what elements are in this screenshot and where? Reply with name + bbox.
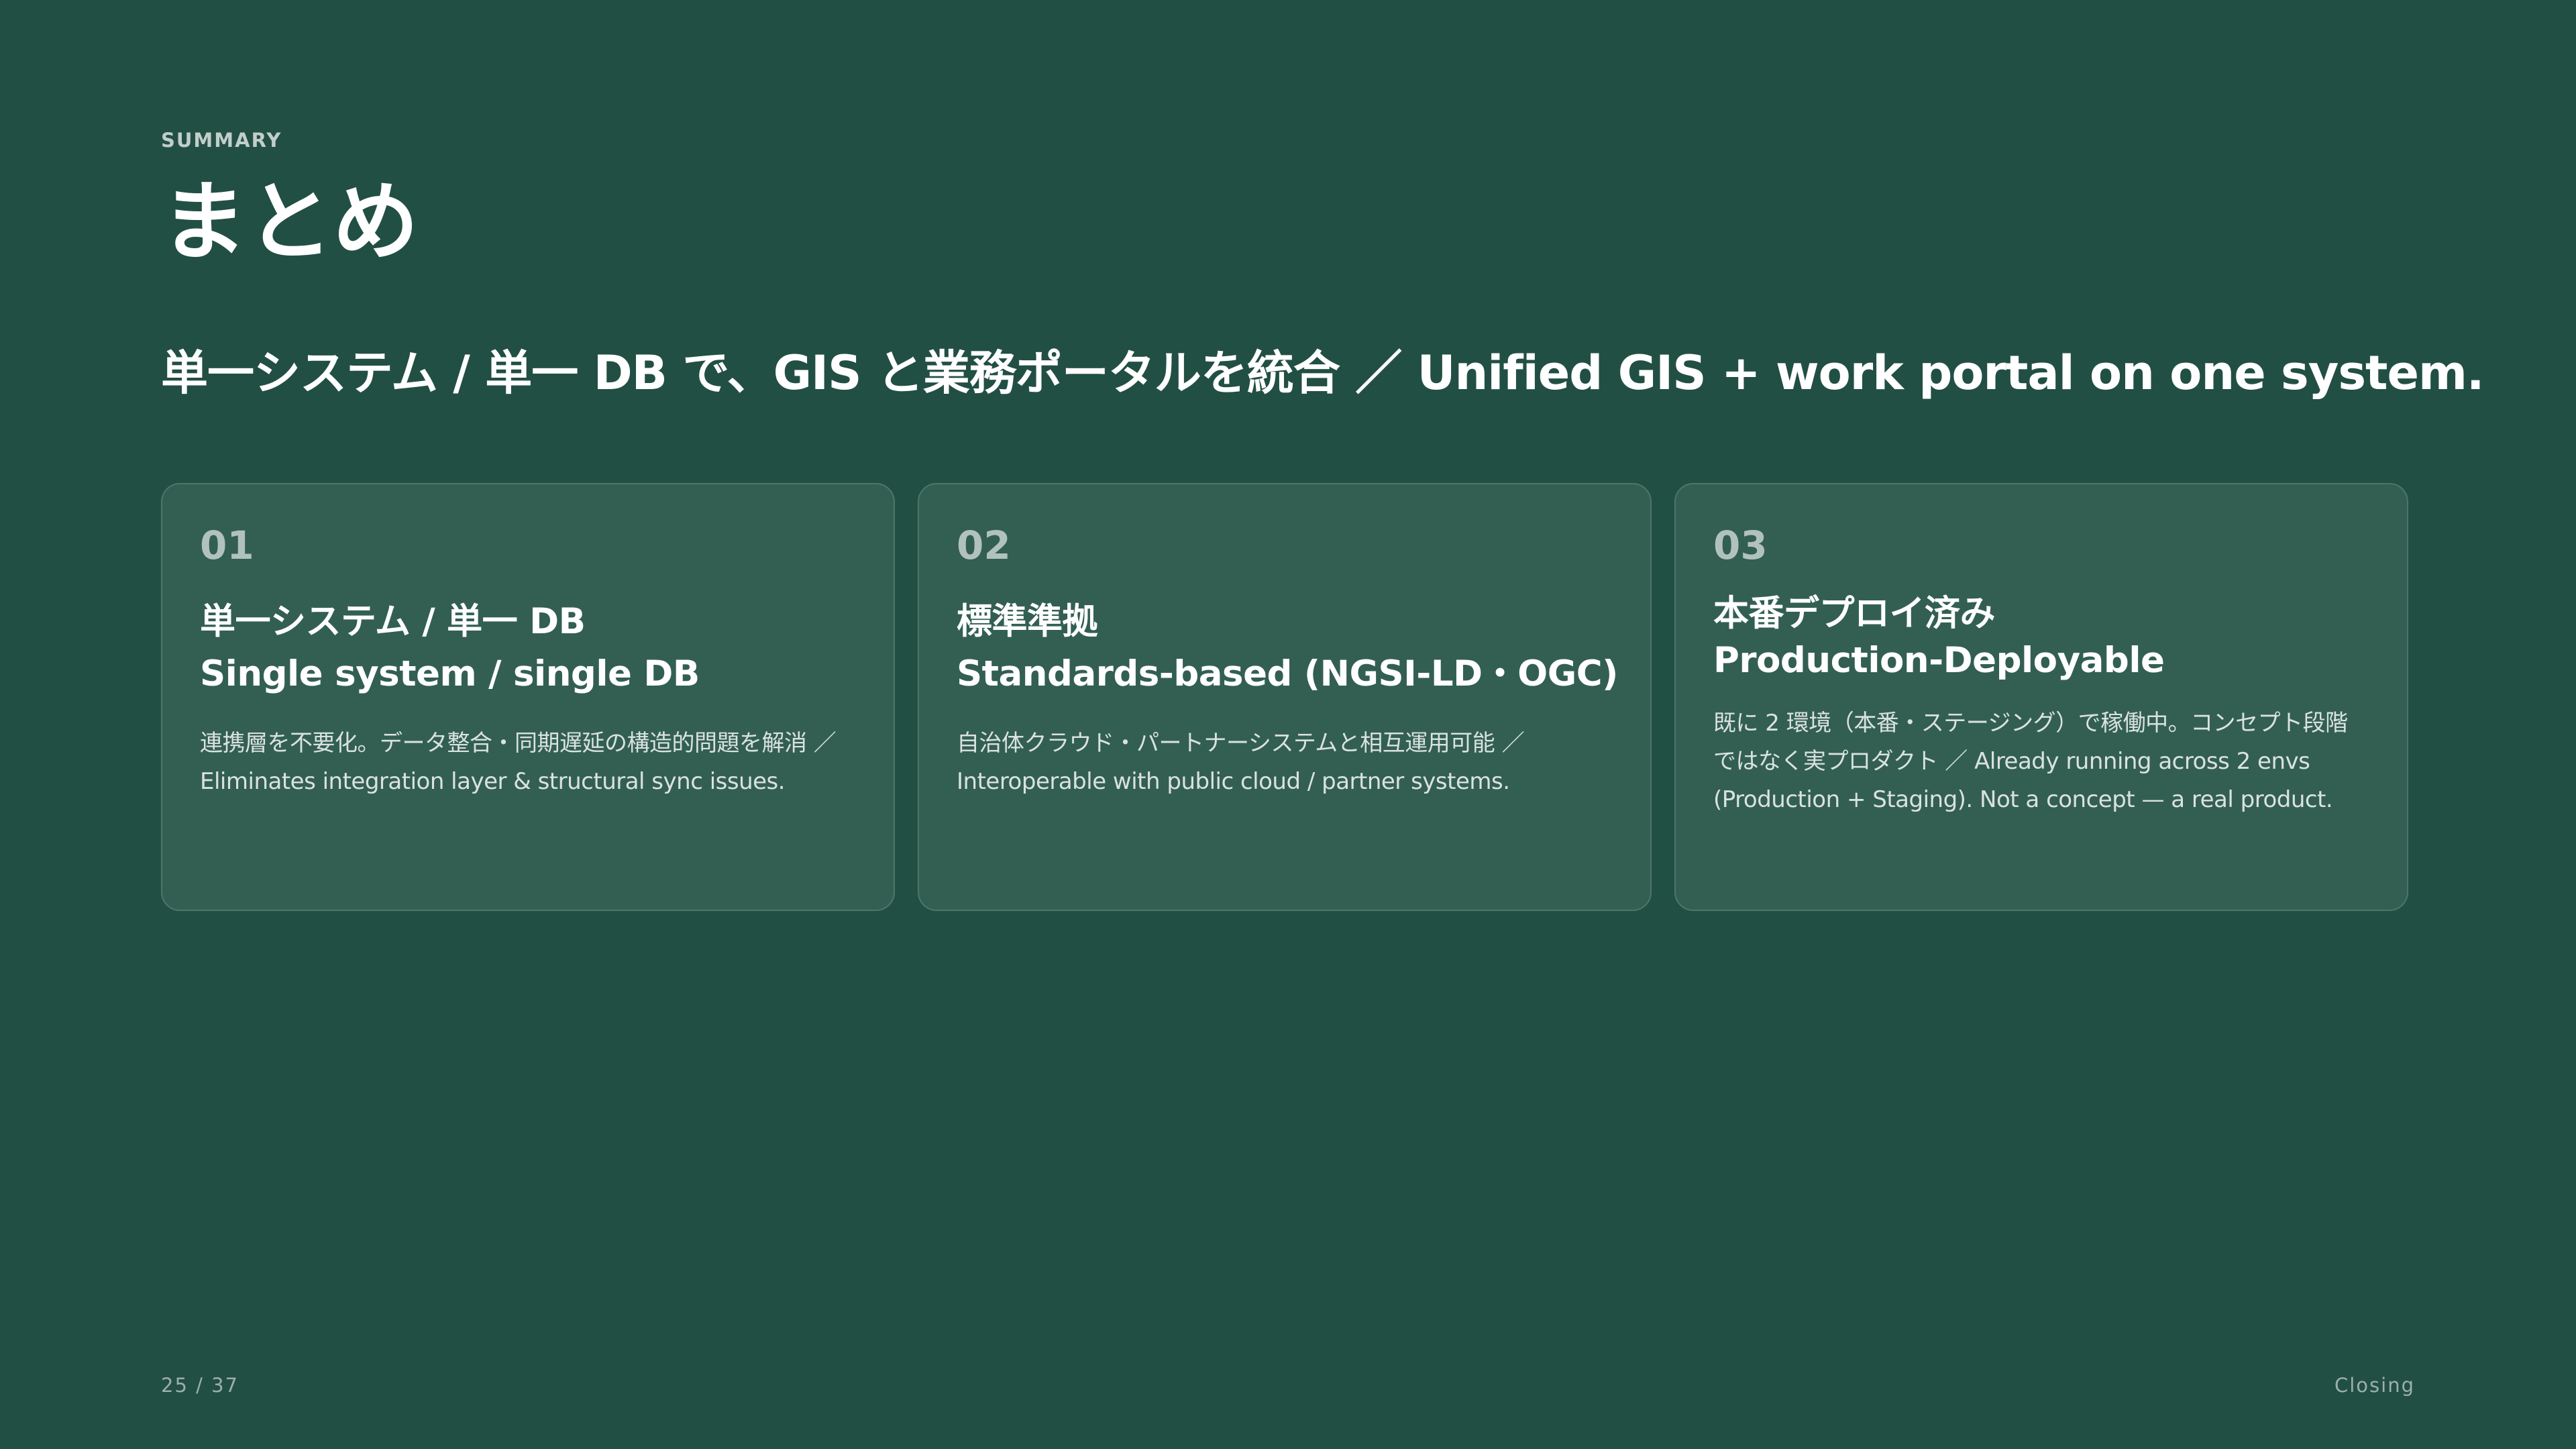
card-title-ja: 単一システム / 単一 DB [200,601,586,642]
summary-headline: 単一システム / 単一 DB で、GIS と業務ポータルを統合 ／ Unifie… [161,345,2485,400]
card-description: 自治体クラウド・パートナーシステムと相互運用可能 ／ Interoperable… [957,730,1525,795]
card-title-ja: 標準準拠 [957,601,1098,642]
page-title: まとめ [161,172,419,272]
card-number: 03 [1713,523,1768,568]
card-number: 01 [200,523,254,568]
summary-card-1: 01 単一システム / 単一 DB Single system / single… [161,483,895,911]
card-title-en: Single system / single DB [200,653,700,694]
slide: SUMMARY まとめ 単一システム / 単一 DB で、GIS と業務ポータル… [0,0,2576,1449]
card-title-en: Standards-based (NGSI-LD・OGC) [957,653,1618,694]
card-title-ja: 本番デプロイ済み [1713,593,1996,634]
page-counter: 25 / 37 [161,1374,239,1397]
summary-card-3: 03 本番デプロイ済み Production-Deployable 既に 2 環… [1674,483,2408,911]
card-title-en: Production-Deployable [1713,640,2165,681]
card-description: 既に 2 環境（本番・ステージング）で稼働中。コンセプト段階ではなく実プロダクト… [1713,710,2348,813]
summary-card-2: 02 標準準拠 Standards-based (NGSI-LD・OGC) 自治… [918,483,1652,911]
card-number: 02 [957,523,1011,568]
summary-cards: 01 単一システム / 単一 DB Single system / single… [161,483,2410,911]
card-description: 連携層を不要化。データ整合・同期遅延の構造的問題を解消 ／ Eliminates… [200,730,837,795]
section-eyebrow: SUMMARY [161,129,282,152]
section-label: Closing [2334,1374,2415,1397]
